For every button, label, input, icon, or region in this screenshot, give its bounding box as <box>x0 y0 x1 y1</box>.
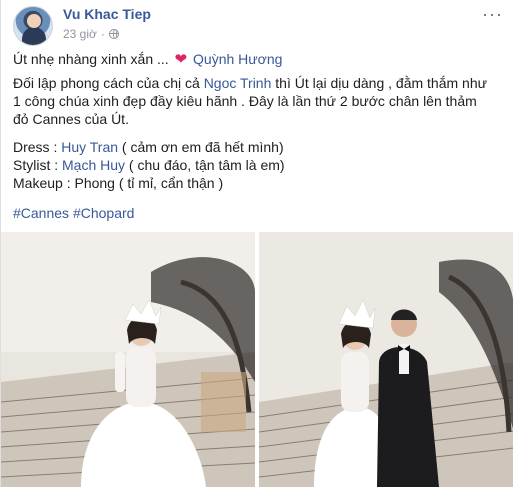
photo-grid <box>1 232 513 487</box>
photo-woman-on-staircase[interactable] <box>1 232 255 487</box>
photo-couple-on-staircase[interactable] <box>259 232 513 487</box>
post-timestamp[interactable]: 23 giờ <box>63 27 97 41</box>
author-avatar[interactable] <box>13 6 53 46</box>
credit-dress: Dress : Huy Tran ( cảm ơn em đã hết mình… <box>13 139 284 155</box>
facebook-post: Vu Khac Tiep 23 giờ · ··· Út nhẹ nhàng x… <box>0 0 513 487</box>
hashtags: #Cannes #Chopard <box>13 204 134 222</box>
post-meta: 23 giờ · <box>63 27 119 41</box>
heart-icon: ❤ <box>174 51 188 68</box>
paragraph-text-1: Đối lập phong cách của chị cả <box>13 75 204 91</box>
mention-quynh-huong[interactable]: Quỳnh Hương <box>193 51 282 67</box>
caption-paragraph: Đối lập phong cách của chị cả Ngoc Trinh… <box>13 74 493 128</box>
hashtag-chopard[interactable]: #Chopard <box>73 205 135 221</box>
credit-makeup: Makeup : Phong ( tỉ mỉ, cẩn thận ) <box>13 175 224 191</box>
hashtag-cannes[interactable]: #Cannes <box>13 205 69 221</box>
credit-stylist: Stylist : Mạch Huy ( chu đáo, tận tâm là… <box>13 157 285 173</box>
credits: Dress : Huy Tran ( cảm ơn em đã hết mình… <box>13 138 285 192</box>
more-icon[interactable]: ··· <box>482 4 503 25</box>
mention-ngoc-trinh[interactable]: Ngoc Trinh <box>204 75 272 91</box>
globe-icon[interactable] <box>108 29 119 39</box>
mention-mach-huy[interactable]: Mạch Huy <box>62 157 125 173</box>
author-name[interactable]: Vu Khac Tiep <box>63 6 151 22</box>
post-header: Vu Khac Tiep 23 giờ · ··· <box>13 4 503 46</box>
mention-huy-tran[interactable]: Huy Tran <box>61 139 118 155</box>
caption-text: Út nhẹ nhàng xinh xắn ... <box>13 51 173 67</box>
caption-line1: Út nhẹ nhàng xinh xắn ... ❤ Quỳnh Hương <box>13 50 282 69</box>
